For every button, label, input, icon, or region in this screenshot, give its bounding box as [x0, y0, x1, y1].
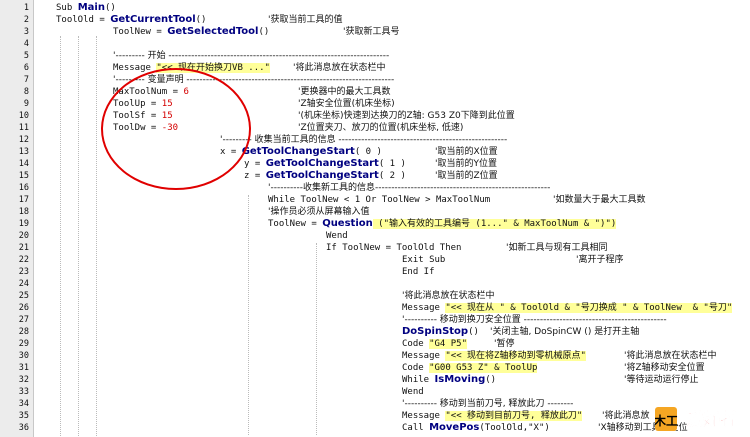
indent-guide: [78, 36, 79, 436]
line-number: 13: [18, 147, 29, 157]
code-editor[interactable]: 1 2 3 4 5 6 7 8 9 10 11 12 13 14 15 16 17 18 19 20 21 22 23 24 2…: [0, 0, 750, 437]
code-line-32[interactable]: While IsMoving() '等待运动运行停止: [402, 374, 698, 386]
code-line-28[interactable]: DoSpinStop() '关闭主轴, DoSpinCW () 是打开主轴: [402, 326, 639, 338]
code-line-5[interactable]: '--------- 开始 --------------------------…: [113, 50, 389, 62]
line-number: 30: [18, 351, 29, 361]
line-number: 21: [18, 243, 29, 253]
code-line-2[interactable]: ToolOld = GetCurrentTool() '获取当前工具的值: [56, 14, 342, 26]
line-number: 12: [18, 135, 29, 145]
line-number: 8: [23, 87, 29, 97]
code-line-31[interactable]: Code "G00 G53 Z" & ToolUp '将Z轴移动安全位置: [402, 362, 705, 374]
line-number: 9: [23, 99, 29, 109]
code-line-33[interactable]: Wend: [402, 386, 424, 398]
code-line-22[interactable]: Exit Sub '离开子程序: [402, 254, 623, 266]
line-number: 36: [18, 423, 29, 433]
code-line-34[interactable]: '---------- 移动到当前刀号, 释放此刀 --------: [402, 398, 573, 410]
code-line-16[interactable]: '----------收集新工具的信息---------------------…: [268, 182, 550, 194]
code-line-27[interactable]: '---------- 移动到换刀安全位置 ------------------…: [402, 314, 667, 326]
annotation-circle: [101, 68, 251, 190]
line-number: 5: [23, 51, 29, 61]
code-line-14[interactable]: y = GetToolChangeStart( 1 ) '取当前的Y位置: [244, 158, 497, 170]
code-line-30[interactable]: Message "<< 现在将Z轴移动到零机械原点" '将此消息放在状态栏中: [402, 350, 716, 362]
line-number: 14: [18, 159, 29, 169]
line-number: 2: [23, 15, 29, 25]
line-number: 34: [18, 399, 29, 409]
code-line-15[interactable]: z = GetToolChangeStart( 2 ) '取当前的Z位置: [244, 170, 498, 182]
line-number: 1: [23, 3, 29, 13]
line-number: 33: [18, 387, 29, 397]
code-line-26[interactable]: Message "<< 现在从 " & ToolOld & "号刀换成 " & …: [402, 302, 733, 314]
watermark-text: 爱好者: [686, 409, 737, 430]
line-number: 23: [18, 267, 29, 277]
line-number: 24: [18, 279, 29, 289]
watermark-logo: 木工 爱好者: [655, 407, 737, 431]
line-number: 31: [18, 363, 29, 373]
line-number: 20: [18, 231, 29, 241]
line-number: 19: [18, 219, 29, 229]
line-number: 35: [18, 411, 29, 421]
line-number: 29: [18, 339, 29, 349]
line-number: 15: [18, 171, 29, 181]
line-number: 32: [18, 375, 29, 385]
code-line-17[interactable]: While ToolNew < 1 Or ToolNew > MaxToolNu…: [268, 194, 645, 206]
code-line-29[interactable]: Code "G4 P5" '暂停: [402, 338, 514, 350]
code-line-35[interactable]: Message "<< 移动到目前刀号, 释放此刀" '将此消息放: [402, 410, 649, 422]
code-line-21[interactable]: If ToolNew = ToolOld Then '如新工具与现有工具相同: [326, 242, 607, 254]
line-number: 17: [18, 195, 29, 205]
line-number: 27: [18, 315, 29, 325]
line-number: 26: [18, 303, 29, 313]
line-number: 3: [23, 27, 29, 37]
indent-guide: [96, 36, 97, 436]
indent-guide: [60, 36, 61, 436]
line-number: 28: [18, 327, 29, 337]
code-line-25[interactable]: '将此消息放在状态栏中: [402, 290, 494, 302]
code-line-3[interactable]: ToolNew = GetSelectedTool() '获取新工具号: [113, 26, 399, 38]
line-number: 11: [18, 123, 29, 133]
indent-guide: [248, 195, 249, 435]
line-number: 10: [18, 111, 29, 121]
line-number: 6: [23, 63, 29, 73]
indent-guide: [316, 243, 317, 435]
code-line-19[interactable]: ToolNew = Question ("输入有效的工具编号 (1..." & …: [268, 218, 617, 230]
watermark-prefix: 木工: [655, 413, 678, 428]
line-number: 16: [18, 183, 29, 193]
code-line-23[interactable]: End If: [402, 266, 435, 278]
line-number: 25: [18, 291, 29, 301]
code-line-1[interactable]: Sub Main(): [56, 2, 116, 14]
code-line-12[interactable]: '--------- 收集当前工具的信息 -------------------…: [220, 134, 507, 146]
line-number: 7: [23, 75, 29, 85]
line-number-gutter: 1 2 3 4 5 6 7 8 9 10 11 12 13 14 15 16 17 18 19 20 21 22 23 24 2…: [0, 0, 34, 437]
line-number: 22: [18, 255, 29, 265]
code-line-20[interactable]: Wend: [326, 230, 348, 242]
code-line-18[interactable]: '操作员必须从屏幕输入值: [268, 206, 369, 218]
code-line-36[interactable]: Call MovePos(ToolOld,"X") 'X轴移动到工具安全位: [402, 422, 688, 434]
line-number: 18: [18, 207, 29, 217]
line-number: 4: [23, 39, 29, 49]
